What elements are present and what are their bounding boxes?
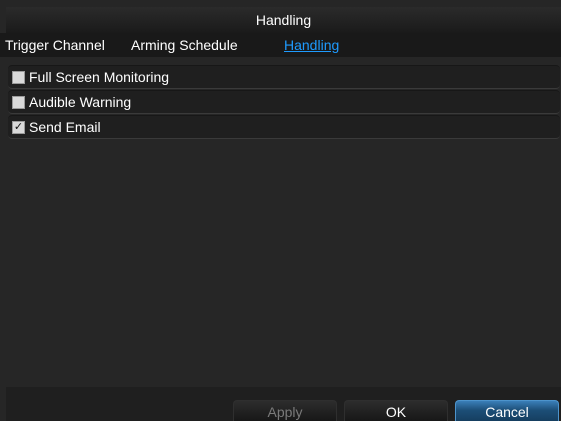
handling-dialog: Handling Trigger Channel Arming Schedule… — [0, 0, 561, 421]
send-email-label: Send Email — [29, 119, 101, 135]
tab-trigger-channel[interactable]: Trigger Channel — [5, 33, 105, 57]
cancel-button[interactable]: Cancel — [455, 400, 559, 421]
ok-button[interactable]: OK — [344, 400, 448, 421]
full-screen-monitoring-checkbox[interactable] — [12, 70, 25, 84]
option-send-email[interactable]: Send Email — [8, 115, 560, 139]
option-audible-warning[interactable]: Audible Warning — [8, 90, 560, 114]
tab-arming-schedule[interactable]: Arming Schedule — [131, 33, 238, 57]
tab-handling[interactable]: Handling — [284, 33, 339, 57]
tab-bar: Trigger Channel Arming Schedule Handling — [0, 33, 561, 57]
button-bar: Apply OK Cancel — [6, 387, 561, 421]
dialog-title: Handling — [6, 7, 561, 33]
full-screen-monitoring-label: Full Screen Monitoring — [29, 69, 170, 85]
send-email-checkbox[interactable] — [12, 120, 25, 134]
handling-options-list: Full Screen Monitoring Audible Warning S… — [8, 65, 560, 140]
option-full-screen-monitoring[interactable]: Full Screen Monitoring — [8, 65, 560, 89]
audible-warning-label: Audible Warning — [29, 94, 132, 110]
audible-warning-checkbox[interactable] — [12, 95, 25, 109]
apply-button[interactable]: Apply — [233, 400, 337, 421]
